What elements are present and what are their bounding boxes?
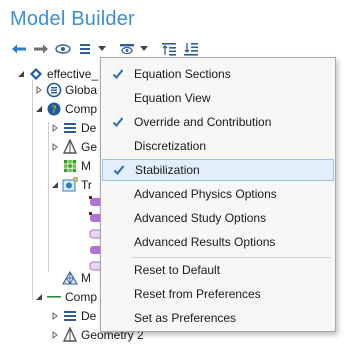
tree-node-definitions-1[interactable]: De xyxy=(50,118,96,138)
collapse-all-icon[interactable] xyxy=(182,40,200,58)
tree-label: Tr xyxy=(81,178,92,192)
collapse-arrow-icon[interactable] xyxy=(34,99,44,119)
tree-node-component-2[interactable]: Comp xyxy=(34,287,97,307)
model-builder-panel: Model Builder effective_ Globa ? Comp De… xyxy=(0,0,345,343)
mesh-icon xyxy=(62,270,78,286)
menu-item-discretization[interactable]: Discretization xyxy=(102,135,334,157)
tree-label: De xyxy=(81,121,97,135)
checkmark-icon xyxy=(103,164,135,176)
expand-arrow-icon[interactable] xyxy=(50,306,60,326)
tree-node-mesh[interactable]: M xyxy=(60,268,91,288)
list-icon[interactable] xyxy=(76,40,94,58)
collapse-arrow-icon[interactable] xyxy=(50,175,60,195)
component-icon: ? xyxy=(46,101,62,117)
physics-icon xyxy=(62,177,78,193)
tree-node-global[interactable]: Globa xyxy=(34,80,97,100)
filter-icon[interactable] xyxy=(118,40,136,58)
tree-label: M xyxy=(81,159,91,173)
checkmark-icon xyxy=(102,68,134,80)
menu-item-set-as-preferences[interactable]: Set as Preferences xyxy=(102,307,334,329)
expand-arrow-icon[interactable] xyxy=(50,118,60,138)
tree-node-definitions-2[interactable]: De xyxy=(50,306,96,326)
tree-node-component-1[interactable]: ? Comp xyxy=(34,99,97,119)
expand-arrow-icon[interactable] xyxy=(34,80,44,100)
menu-item-advanced-physics-options[interactable]: Advanced Physics Options xyxy=(102,183,334,205)
materials-icon xyxy=(62,158,78,174)
collapse-arrow-icon[interactable] xyxy=(16,64,26,84)
component-line-icon xyxy=(46,289,62,305)
expand-all-icon[interactable] xyxy=(160,40,178,58)
tree-label: Ge xyxy=(81,140,98,154)
expand-arrow-icon[interactable] xyxy=(50,325,60,345)
tree-node-geometry-1[interactable]: Ge xyxy=(50,137,97,157)
tree-label: Comp xyxy=(65,290,98,304)
tree-node-materials[interactable]: M xyxy=(60,156,91,176)
definitions-icon xyxy=(62,120,78,136)
eye-icon[interactable] xyxy=(54,40,72,58)
menu-item-advanced-study-options[interactable]: Advanced Study Options xyxy=(102,207,334,229)
tree-label: De xyxy=(81,309,97,323)
menu-item-advanced-results-options[interactable]: Advanced Results Options xyxy=(102,231,334,253)
checkmark-icon xyxy=(102,116,134,128)
svg-text:?: ? xyxy=(51,105,56,116)
menu-item-equation-sections[interactable]: Equation Sections xyxy=(102,63,334,85)
panel-title: Model Builder xyxy=(10,8,135,30)
expand-arrow-icon[interactable] xyxy=(50,137,60,157)
arrow-left-icon[interactable] xyxy=(10,40,28,58)
tree-label: Comp xyxy=(65,102,98,116)
menu-item-override-and-contribution[interactable]: Override and Contribution xyxy=(102,111,334,133)
geometry-icon xyxy=(62,327,78,343)
menu-item-stabilization[interactable]: Stabilization xyxy=(102,159,334,181)
menu-item-reset-from-preferences[interactable]: Reset from Preferences xyxy=(102,283,334,305)
menu-separator xyxy=(131,257,331,258)
tree-label: effective_ xyxy=(47,67,99,81)
tree-label: M xyxy=(81,271,91,285)
definitions-icon xyxy=(62,308,78,324)
toolbar xyxy=(10,40,200,58)
collapse-arrow-icon[interactable] xyxy=(34,287,44,307)
menu-item-equation-view[interactable]: Equation View xyxy=(102,87,334,109)
geometry-icon xyxy=(62,139,78,155)
arrow-right-icon[interactable] xyxy=(32,40,50,58)
chevron-down-icon[interactable] xyxy=(98,40,106,58)
show-more-options-menu: Equation Sections Equation View Override… xyxy=(100,57,336,332)
menu-item-reset-to-default[interactable]: Reset to Default xyxy=(102,259,334,281)
chevron-down-icon[interactable] xyxy=(140,40,148,58)
globe-icon xyxy=(46,82,62,98)
tree-label: Globa xyxy=(65,83,98,97)
